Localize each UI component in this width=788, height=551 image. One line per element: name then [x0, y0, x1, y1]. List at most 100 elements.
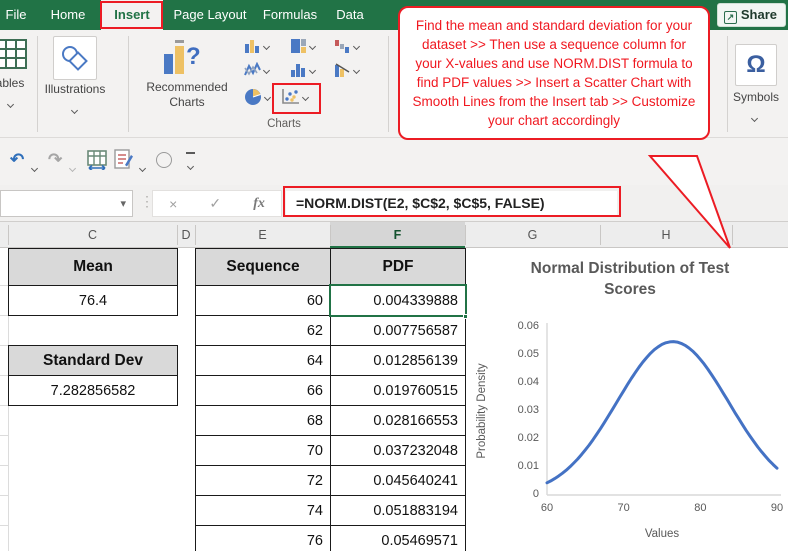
- selected-cell-outline: [329, 284, 467, 317]
- circle-shape-button[interactable]: [156, 152, 172, 168]
- sequence-cell[interactable]: 72: [195, 465, 331, 496]
- tab-formulas[interactable]: Formulas: [256, 0, 324, 30]
- cancel-icon[interactable]: ×: [169, 196, 177, 212]
- sequence-cell[interactable]: 60: [195, 285, 331, 316]
- charts-group-label: Charts: [254, 118, 314, 130]
- column-header-g[interactable]: G: [465, 222, 600, 248]
- pdf-cell[interactable]: 0.019760515: [330, 375, 466, 406]
- insert-hierarchy-chart-button[interactable]: [290, 38, 315, 54]
- waterfall-chart-icon: [334, 38, 351, 54]
- y-axis-tick-label: 0: [503, 488, 539, 500]
- column-header-e[interactable]: E: [195, 222, 330, 248]
- redo-button[interactable]: ↷: [48, 150, 62, 170]
- sequence-cell[interactable]: 62: [195, 315, 331, 346]
- tables-chevron-icon[interactable]: [8, 94, 13, 112]
- y-axis-tick-label: 0.04: [503, 376, 539, 388]
- x-axis-tick-label: 70: [609, 502, 639, 514]
- share-button[interactable]: ↗Share: [717, 3, 786, 27]
- sequence-cell[interactable]: 74: [195, 495, 331, 526]
- pdf-cell[interactable]: 0.012856139: [330, 345, 466, 376]
- recommended-charts-label[interactable]: RecommendedCharts: [128, 80, 246, 110]
- tab-file[interactable]: File: [0, 0, 36, 30]
- bell-curve-line: [547, 342, 777, 483]
- worksheet-grid[interactable]: Mean 76.4 Standard Dev 7.282856582 Seque…: [0, 248, 788, 551]
- mean-value-cell[interactable]: 76.4: [8, 285, 178, 316]
- std-dev-value-cell[interactable]: 7.282856582: [8, 375, 178, 406]
- pdf-header-cell[interactable]: PDF: [330, 248, 466, 286]
- insert-function-icon[interactable]: fx: [253, 196, 265, 212]
- tab-data[interactable]: Data: [328, 0, 372, 30]
- instruction-callout: Find the mean and standard deviation for…: [398, 6, 710, 140]
- column-header-h[interactable]: H: [600, 222, 732, 248]
- edit-form-button[interactable]: [114, 149, 134, 171]
- qat-customize-button[interactable]: [184, 152, 196, 174]
- recommended-charts-button[interactable]: ?: [160, 38, 202, 78]
- edit-form-chevron-icon[interactable]: [140, 158, 145, 176]
- y-axis-tick-label: 0.02: [503, 432, 539, 444]
- x-axis-tick-label: 80: [685, 502, 715, 514]
- share-icon: ↗: [724, 11, 737, 24]
- sequence-header-cell[interactable]: Sequence: [195, 248, 331, 286]
- symbols-group-label[interactable]: Symbols: [727, 90, 785, 104]
- tab-page-layout[interactable]: Page Layout: [167, 0, 253, 30]
- column-header-c[interactable]: C: [8, 222, 177, 248]
- pdf-cell[interactable]: 0.045640241: [330, 465, 466, 496]
- symbols-chevron-icon[interactable]: [752, 108, 757, 126]
- name-box[interactable]: ▾: [0, 190, 133, 217]
- y-axis-tick-label: 0.06: [503, 320, 539, 332]
- omega-icon: Ω: [746, 51, 765, 79]
- tables-group-label[interactable]: Tables: [0, 76, 30, 90]
- x-axis-title: Values: [597, 528, 727, 540]
- redo-chevron-icon[interactable]: [70, 158, 75, 176]
- insert-line-chart-button[interactable]: [244, 62, 269, 78]
- undo-button[interactable]: ↶: [10, 150, 24, 170]
- sequence-cell[interactable]: 70: [195, 435, 331, 466]
- std-dev-header-cell[interactable]: Standard Dev: [8, 345, 178, 376]
- hierarchy-chart-icon: [290, 38, 307, 54]
- insert-scatter-chart-button[interactable]: [280, 88, 308, 106]
- table-column-width-button[interactable]: [86, 150, 108, 170]
- sequence-cell[interactable]: 68: [195, 405, 331, 436]
- y-axis-tick-label: 0.01: [503, 460, 539, 472]
- column-header-f[interactable]: F: [330, 222, 465, 248]
- pdf-cell[interactable]: 0.028166553: [330, 405, 466, 436]
- column-header-d[interactable]: D: [177, 222, 195, 248]
- tab-insert[interactable]: Insert: [101, 0, 163, 30]
- sequence-cell[interactable]: 64: [195, 345, 331, 376]
- insert-pie-chart-button[interactable]: [244, 88, 270, 106]
- pdf-cell[interactable]: 0.037232048: [330, 435, 466, 466]
- y-axis-tick-label: 0.03: [503, 404, 539, 416]
- sequence-cell[interactable]: 66: [195, 375, 331, 406]
- y-axis-tick-label: 0.05: [503, 348, 539, 360]
- svg-text:?: ?: [186, 43, 201, 70]
- column-chart-icon: [244, 38, 261, 54]
- line-chart-icon: [244, 62, 261, 78]
- quick-access-toolbar: ↶ ↷: [0, 138, 788, 185]
- undo-chevron-icon[interactable]: [32, 158, 37, 176]
- x-axis-tick-label: 60: [532, 502, 562, 514]
- insert-column-chart-button[interactable]: [244, 38, 269, 54]
- pdf-cell[interactable]: 0.007756587: [330, 315, 466, 346]
- pdf-cell[interactable]: 0.051883194: [330, 495, 466, 526]
- name-box-dropdown-icon[interactable]: ▾: [120, 197, 126, 210]
- sequence-cell[interactable]: 76: [195, 525, 331, 551]
- combo-chart-icon: [334, 62, 351, 78]
- pdf-cell[interactable]: 0.05469571: [330, 525, 466, 551]
- formula-input[interactable]: =NORM.DIST(E2, $C$2, $C$5, FALSE): [286, 191, 617, 216]
- illustrations-group-label[interactable]: Illustrations: [37, 82, 113, 96]
- scatter-chart-icon: [280, 88, 300, 106]
- illustrations-button[interactable]: [53, 36, 97, 80]
- histogram-chart-icon: [290, 62, 307, 78]
- insert-combo-chart-button[interactable]: [334, 62, 359, 78]
- enter-icon[interactable]: ✓: [209, 195, 221, 212]
- insert-waterfall-chart-button[interactable]: [334, 38, 359, 54]
- formula-buttons: × ✓ fx: [152, 190, 282, 217]
- symbols-button[interactable]: Ω: [735, 44, 777, 86]
- chart-object[interactable]: Normal Distribution of Test Scores 00.01…: [467, 250, 788, 551]
- excel-window: File Home Insert Page Layout Formulas Da…: [0, 0, 788, 551]
- mean-header-cell[interactable]: Mean: [8, 248, 178, 286]
- illustrations-chevron-icon[interactable]: [72, 100, 77, 118]
- tab-home[interactable]: Home: [42, 0, 94, 30]
- insert-statistic-chart-button[interactable]: [290, 62, 315, 78]
- table-icon[interactable]: [0, 38, 30, 72]
